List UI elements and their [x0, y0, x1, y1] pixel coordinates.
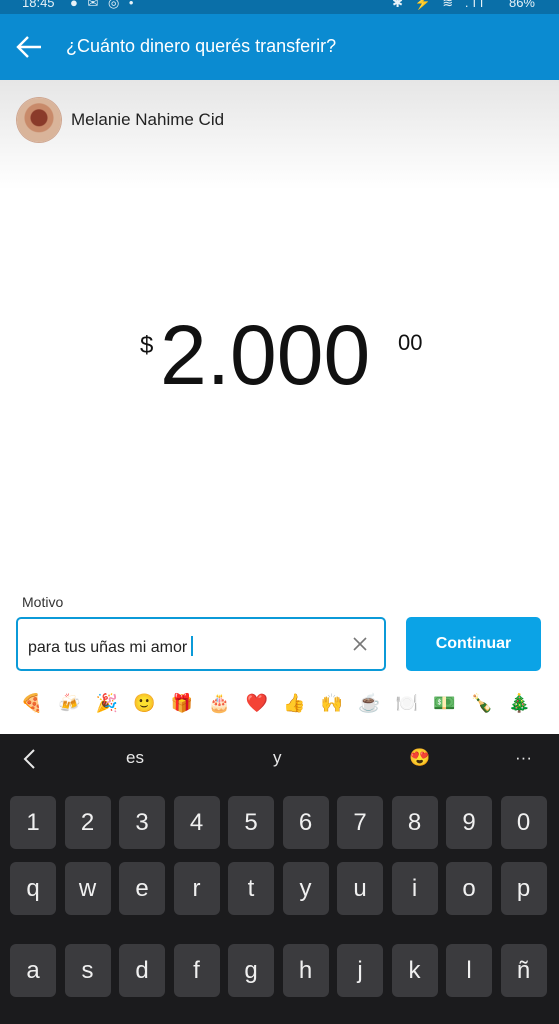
key-h[interactable]: h — [282, 944, 329, 997]
coffee-emoji[interactable]: ☕ — [355, 688, 385, 718]
key-d[interactable]: d — [119, 944, 165, 997]
thumbs-up-emoji[interactable]: 👍 — [280, 688, 310, 718]
key-7[interactable]: 7 — [337, 796, 383, 849]
motivo-input[interactable]: para tus uñas mi amor — [16, 617, 386, 671]
cake-emoji[interactable]: 🎂 — [205, 688, 235, 718]
key-a[interactable]: a — [10, 944, 56, 997]
recipient-header — [0, 80, 559, 190]
key-g[interactable]: g — [228, 944, 274, 997]
suggestion-emoji[interactable]: 😍 — [409, 748, 430, 768]
key-t[interactable]: t — [228, 862, 274, 915]
key-2[interactable]: 2 — [64, 796, 111, 849]
app-bar: ¿Cuánto dinero querés transferir? — [0, 14, 559, 80]
keyboard: es y 😍 ··· 1234567890qwertyuiopasdfghjkl… — [0, 734, 559, 1024]
smile-emoji[interactable]: 🙂 — [130, 688, 160, 718]
avatar — [17, 98, 61, 142]
amount-cents: 00 — [398, 330, 423, 355]
emoji-suggestions: 🍕 🍻 🎉 🙂 🎁 🎂 ❤️ 👍 🙌 ☕ 🍽️ 💵 🍾 🎄 — [0, 688, 559, 722]
keyboard-suggestion-bar: es y 😍 ··· — [0, 734, 559, 784]
heart-emoji[interactable]: ❤️ — [242, 688, 272, 718]
key-r[interactable]: r — [173, 862, 220, 915]
money-emoji[interactable]: 💵 — [430, 688, 460, 718]
clear-icon[interactable] — [351, 635, 369, 653]
key-0[interactable]: 0 — [500, 796, 547, 849]
key-w[interactable]: w — [64, 862, 111, 915]
key-p[interactable]: p — [500, 862, 547, 915]
plate-emoji[interactable]: 🍽️ — [392, 688, 422, 718]
key-9[interactable]: 9 — [446, 796, 492, 849]
status-bar: 18:45 ● ✉ ◎ • ✱ ⚡ ≋ .ıl 86% — [0, 0, 559, 14]
champagne-emoji[interactable]: 🍾 — [467, 688, 497, 718]
notification-icons: ● ✉ ◎ • — [70, 0, 137, 10]
key-5[interactable]: 5 — [228, 796, 274, 849]
key-e[interactable]: e — [119, 862, 165, 915]
key-l[interactable]: l — [446, 944, 492, 997]
key-s[interactable]: s — [64, 944, 111, 997]
tree-emoji[interactable]: 🎄 — [505, 688, 535, 718]
key-i[interactable]: i — [391, 862, 438, 915]
currency-symbol: $ — [140, 332, 154, 359]
key-y[interactable]: y — [282, 862, 329, 915]
recipient-name: Melanie Nahime Cid — [71, 110, 225, 129]
key-j[interactable]: j — [337, 944, 383, 997]
key-k[interactable]: k — [391, 944, 438, 997]
key-1[interactable]: 1 — [10, 796, 56, 849]
page-title: ¿Cuánto dinero querés transferir? — [66, 36, 337, 56]
key-ñ[interactable]: ñ — [500, 944, 547, 997]
key-3[interactable]: 3 — [119, 796, 165, 849]
key-q[interactable]: q — [10, 862, 56, 915]
continue-button[interactable]: Continuar — [406, 617, 541, 671]
gift-emoji[interactable]: 🎁 — [167, 688, 197, 718]
suggestion-y[interactable]: y — [273, 748, 282, 768]
motivo-label: Motivo — [22, 594, 64, 610]
motivo-value: para tus uñas mi amor — [28, 639, 188, 656]
status-time: 18:45 — [22, 0, 55, 10]
key-8[interactable]: 8 — [391, 796, 438, 849]
beer-emoji[interactable]: 🍻 — [55, 688, 85, 718]
system-status-icons: ✱ ⚡ ≋ .ıl — [392, 0, 487, 10]
key-o[interactable]: o — [446, 862, 492, 915]
raised-hands-emoji[interactable]: 🙌 — [317, 688, 347, 718]
collapse-suggestions-icon[interactable] — [22, 748, 38, 775]
key-u[interactable]: u — [337, 862, 383, 915]
key-6[interactable]: 6 — [282, 796, 329, 849]
arrow-left-icon[interactable] — [14, 32, 44, 62]
pizza-emoji[interactable]: 🍕 — [17, 688, 47, 718]
more-options-icon[interactable]: ··· — [515, 748, 532, 768]
text-caret — [191, 636, 194, 656]
battery-level: 86% — [508, 0, 535, 10]
key-f[interactable]: f — [173, 944, 220, 997]
party-emoji[interactable]: 🎉 — [92, 688, 122, 718]
key-4[interactable]: 4 — [173, 796, 220, 849]
amount-integer: 2.000 — [160, 308, 371, 402]
suggestion-es[interactable]: es — [126, 748, 144, 768]
